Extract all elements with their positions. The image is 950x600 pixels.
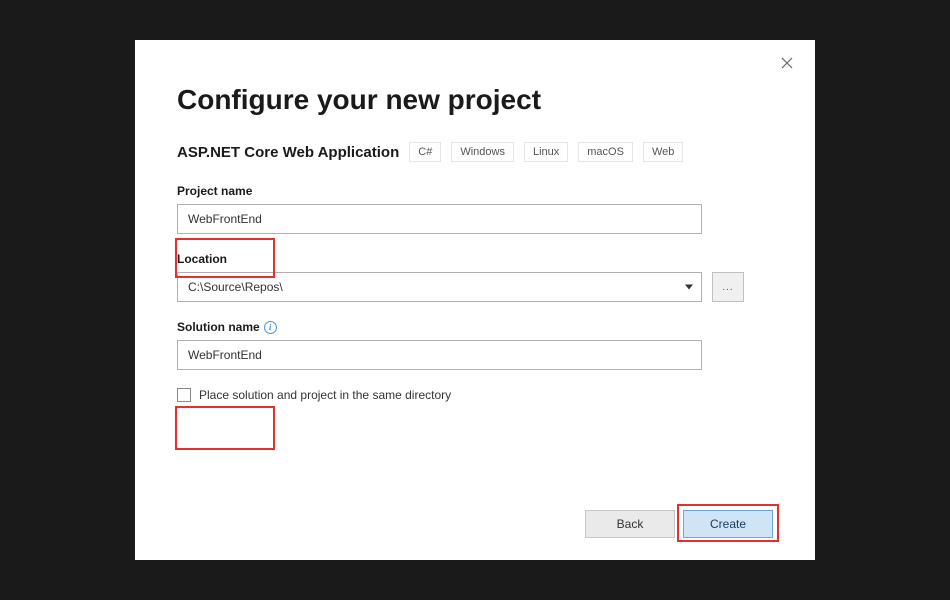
location-label: Location	[177, 252, 773, 266]
tag-web: Web	[643, 142, 683, 162]
project-name-label: Project name	[177, 184, 773, 198]
same-directory-checkbox[interactable]	[177, 388, 191, 402]
template-row: ASP.NET Core Web Application C# Windows …	[177, 142, 773, 162]
solution-name-label: Solution name i	[177, 320, 773, 334]
tag-csharp: C#	[409, 142, 441, 162]
tag-windows: Windows	[451, 142, 514, 162]
template-name: ASP.NET Core Web Application	[177, 144, 399, 161]
same-directory-row: Place solution and project in the same d…	[177, 388, 773, 402]
create-button[interactable]: Create	[683, 510, 773, 538]
back-button[interactable]: Back	[585, 510, 675, 538]
project-name-input[interactable]	[177, 204, 702, 234]
dialog-title: Configure your new project	[177, 84, 773, 116]
location-group: Location C:\Source\Repos\ ...	[177, 252, 773, 302]
solution-name-group: Solution name i	[177, 320, 773, 370]
tag-linux: Linux	[524, 142, 568, 162]
browse-button[interactable]: ...	[712, 272, 744, 302]
location-select[interactable]: C:\Source\Repos\	[177, 272, 702, 302]
same-directory-label: Place solution and project in the same d…	[199, 388, 451, 402]
location-value: C:\Source\Repos\	[188, 280, 283, 294]
close-button[interactable]	[777, 54, 797, 74]
info-icon[interactable]: i	[264, 321, 277, 334]
solution-name-input[interactable]	[177, 340, 702, 370]
chevron-down-icon	[685, 285, 693, 290]
close-icon	[781, 56, 793, 73]
tag-macos: macOS	[578, 142, 633, 162]
dialog-button-row: Back Create	[585, 510, 773, 538]
configure-project-dialog: Configure your new project ASP.NET Core …	[135, 40, 815, 560]
project-name-group: Project name	[177, 184, 773, 234]
highlight-solution-name	[175, 406, 275, 450]
